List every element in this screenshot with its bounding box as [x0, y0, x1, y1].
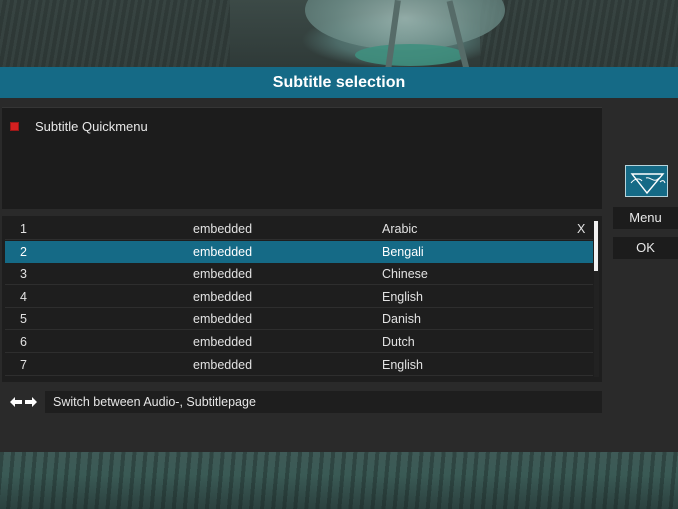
track-type: embedded: [193, 312, 253, 327]
subtitle-dialog: Subtitle selection Subtitle Quickmenu 1 e…: [0, 67, 678, 452]
track-active-mark: X: [577, 222, 586, 236]
track-type: embedded: [193, 244, 253, 259]
dialog-title: Subtitle selection: [0, 67, 678, 98]
track-row[interactable]: 3 embedded Chinese: [5, 263, 593, 286]
subtitle-track-list: 1 embedded Arabic X 2 embedded Bengali 3 embedde…: [2, 216, 602, 382]
scrollbar-thumb[interactable]: [594, 221, 598, 271]
track-type: embedded: [193, 357, 253, 372]
track-language: English: [382, 289, 423, 304]
track-row[interactable]: 1 embedded Arabic X: [5, 218, 593, 240]
red-square-icon: [10, 121, 19, 131]
arrow-right-icon: [25, 397, 37, 407]
logo-icon: [625, 165, 668, 197]
track-language: English: [382, 357, 423, 372]
arrow-left-icon: [10, 397, 22, 407]
quickmenu-label: Subtitle Quickmenu: [35, 118, 148, 134]
track-row[interactable]: 5 embedded Danish: [5, 308, 593, 331]
track-row[interactable]: 4 embedded English: [5, 286, 593, 308]
track-number: 6: [20, 335, 27, 349]
hint-text: Switch between Audio-, Subtitlepage: [53, 395, 256, 409]
track-row[interactable]: 6 embedded Dutch: [5, 331, 593, 353]
hint-icons: [2, 391, 45, 413]
track-type: embedded: [193, 222, 253, 236]
track-type: embedded: [193, 267, 253, 282]
ok-button[interactable]: OK: [613, 237, 678, 259]
hint-bar: Switch between Audio-, Subtitlepage: [2, 391, 602, 413]
quickmenu-panel: Subtitle Quickmenu: [2, 107, 602, 209]
track-number: 3: [20, 267, 27, 282]
track-language: Dutch: [382, 335, 415, 349]
quickmenu-item[interactable]: Subtitle Quickmenu: [10, 118, 148, 134]
track-number: 4: [20, 289, 27, 304]
background-foliage: [0, 0, 230, 67]
background-dome: [305, 0, 505, 50]
background-disc: [355, 44, 465, 66]
track-number: 1: [20, 222, 27, 236]
menu-button[interactable]: Menu: [613, 207, 678, 229]
dialog-body: Subtitle Quickmenu 1 embedded Arabic X 2 embe…: [0, 98, 678, 452]
track-language: Danish: [382, 312, 421, 327]
background-top: [0, 0, 678, 67]
track-number: 2: [20, 244, 27, 259]
background-bottom: [0, 452, 678, 509]
track-row[interactable]: 7 embedded English: [5, 354, 593, 376]
side-panel: Menu OK: [611, 129, 678, 269]
track-language: Arabic: [382, 222, 418, 236]
track-language: Chinese: [382, 267, 428, 282]
track-type: embedded: [193, 289, 253, 304]
background-foliage: [480, 0, 678, 67]
track-language: Bengali: [382, 244, 424, 259]
track-type: embedded: [193, 335, 253, 349]
track-row[interactable]: 2 embedded Bengali: [5, 240, 593, 263]
track-number: 5: [20, 312, 27, 327]
track-number: 7: [20, 357, 27, 372]
